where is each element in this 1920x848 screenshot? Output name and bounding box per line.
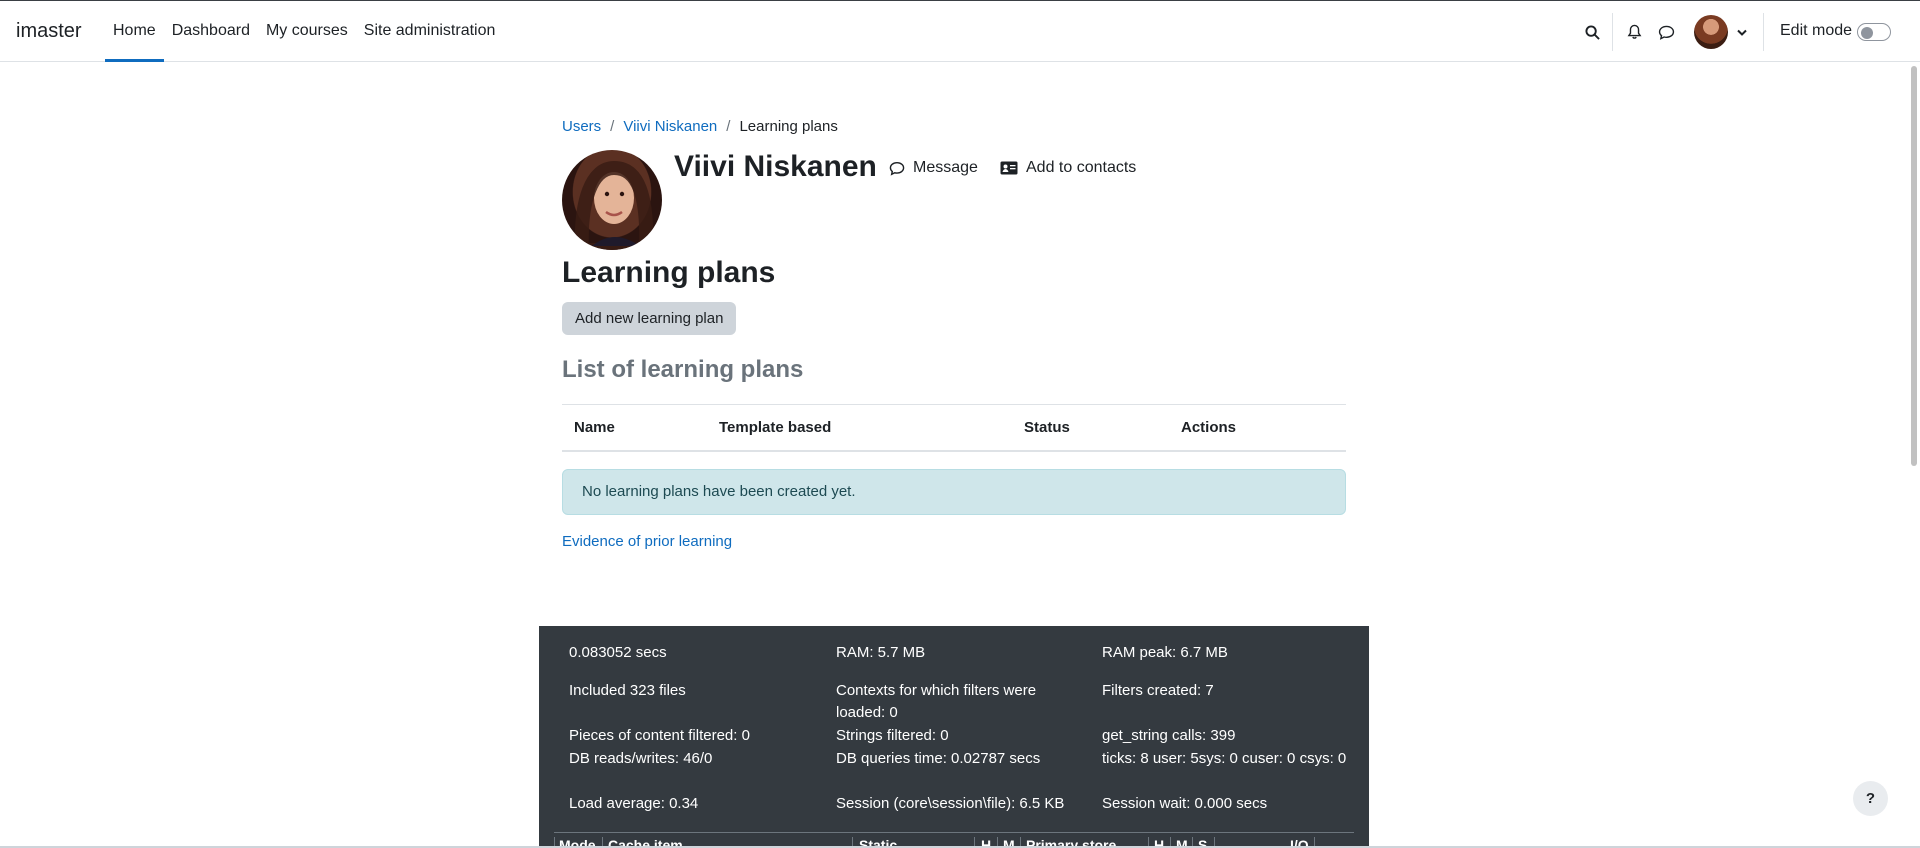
empty-plans-alert: No learning plans have been created yet. bbox=[562, 469, 1346, 515]
user-avatar[interactable] bbox=[1694, 15, 1728, 49]
nav-my-courses[interactable]: My courses bbox=[258, 1, 356, 62]
breadcrumb-separator: / bbox=[726, 118, 731, 135]
profile-name: Viivi Niskanen bbox=[674, 150, 877, 183]
site-brand[interactable]: imaster bbox=[16, 20, 82, 43]
breadcrumb-separator: / bbox=[610, 118, 615, 135]
perf-included-files: Included 323 files bbox=[569, 682, 686, 699]
add-new-learning-plan-button[interactable]: Add new learning plan bbox=[562, 302, 737, 335]
breadcrumb: Users / Viivi Niskanen / Learning plans bbox=[562, 118, 1346, 135]
nav-home[interactable]: Home bbox=[105, 1, 164, 62]
add-to-contacts-label: Add to contacts bbox=[1026, 159, 1137, 176]
search-icon[interactable] bbox=[1582, 22, 1602, 42]
message-icon bbox=[889, 161, 905, 176]
profile-avatar bbox=[562, 150, 662, 250]
breadcrumb-users[interactable]: Users bbox=[562, 118, 601, 135]
perf-pieces-filtered: Pieces of content filtered: 0 bbox=[569, 727, 750, 744]
perf-session: Session (core\session\file): 6.5 KB bbox=[836, 795, 1065, 812]
perf-get-string-calls: get_string calls: 399 bbox=[1102, 727, 1236, 744]
message-button[interactable]: Message bbox=[889, 159, 978, 177]
main-content: Users / Viivi Niskanen / Learning plans … bbox=[562, 118, 1346, 551]
address-card-icon bbox=[1000, 161, 1018, 175]
message-label: Message bbox=[913, 159, 978, 176]
perf-db-queries-time: DB queries time: 0.02787 secs bbox=[836, 750, 1041, 767]
breadcrumb-user[interactable]: Viivi Niskanen bbox=[623, 118, 717, 135]
perf-ram: RAM: 5.7 MB bbox=[836, 644, 926, 661]
perf-contexts: Contexts for which filters were loaded: … bbox=[836, 682, 1037, 721]
perf-ram-peak: RAM peak: 6.7 MB bbox=[1102, 644, 1228, 661]
add-to-contacts-button[interactable]: Add to contacts bbox=[1000, 159, 1136, 177]
edit-mode-label: Edit mode bbox=[1780, 22, 1853, 39]
nav-divider bbox=[1763, 13, 1764, 51]
chevron-down-icon[interactable] bbox=[1732, 22, 1752, 42]
breadcrumb-current: Learning plans bbox=[739, 118, 838, 135]
perf-session-wait: Session wait: 0.000 secs bbox=[1102, 795, 1268, 812]
column-header-template-based: Template based bbox=[707, 404, 1012, 452]
list-title: List of learning plans bbox=[562, 356, 804, 383]
performance-info: 0.083052 secs RAM: 5.7 MB RAM peak: 6.7 … bbox=[539, 626, 1369, 848]
top-navbar: imaster Home Dashboard My courses Site a… bbox=[0, 0, 1920, 62]
help-button[interactable]: ? bbox=[1853, 781, 1888, 816]
perf-strings-filtered: Strings filtered: 0 bbox=[836, 727, 949, 744]
nav-divider bbox=[1612, 13, 1613, 51]
perf-ticks: ticks: 8 user: 5sys: 0 cuser: 0 csys: 0 bbox=[1102, 750, 1347, 767]
notifications-bell-icon[interactable] bbox=[1624, 22, 1644, 42]
column-header-status: Status bbox=[1012, 404, 1169, 452]
nav-dashboard[interactable]: Dashboard bbox=[164, 1, 258, 62]
perf-time: 0.083052 secs bbox=[569, 644, 667, 661]
learning-plans-table: Name Template based Status Actions bbox=[562, 404, 1346, 452]
edit-mode-toggle[interactable] bbox=[1857, 23, 1891, 41]
perf-load-average: Load average: 0.34 bbox=[569, 795, 699, 812]
column-header-name: Name bbox=[562, 404, 707, 452]
profile-header: Viivi Niskanen Message Add to contacts bbox=[562, 150, 1346, 250]
messages-chat-icon[interactable] bbox=[1656, 22, 1676, 42]
primary-navigation: Home Dashboard My courses Site administr… bbox=[105, 1, 503, 62]
page-title: Learning plans bbox=[562, 256, 776, 289]
column-header-actions: Actions bbox=[1169, 404, 1346, 452]
nav-site-administration[interactable]: Site administration bbox=[356, 1, 504, 62]
perf-db-reads-writes: DB reads/writes: 46/0 bbox=[569, 750, 713, 767]
evidence-of-prior-learning-link[interactable]: Evidence of prior learning bbox=[562, 533, 732, 550]
scrollbar-thumb[interactable] bbox=[1911, 66, 1917, 466]
perf-filters-created: Filters created: 7 bbox=[1102, 682, 1214, 699]
